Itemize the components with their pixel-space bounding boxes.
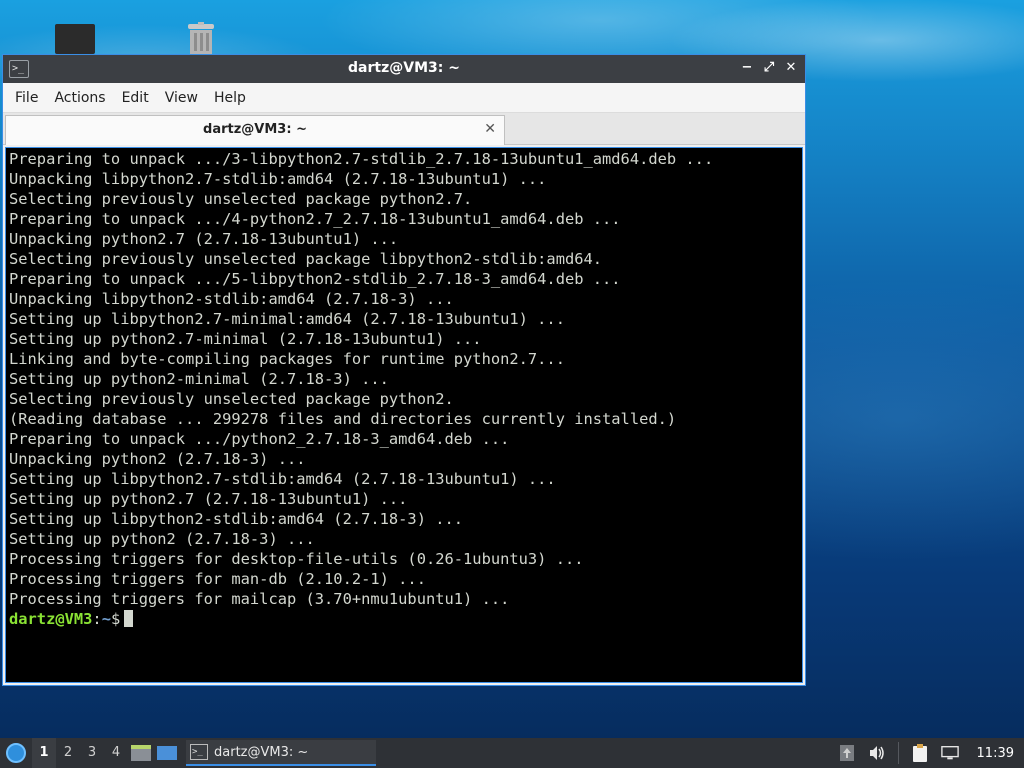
task-label: dartz@VM3: ~ — [214, 744, 309, 760]
menu-edit[interactable]: Edit — [114, 83, 157, 113]
terminal-line: Preparing to unpack .../python2_2.7.18-3… — [9, 430, 510, 448]
terminal-window[interactable]: >_ dartz@VM3: ~ − ⤢ ✕ File Actions Edit … — [2, 54, 806, 686]
taskbar: 1 2 3 4 >_ dartz@VM3: ~ 11:39 — [0, 738, 1024, 768]
trash-desktop-icon[interactable] — [184, 22, 218, 54]
menu-actions[interactable]: Actions — [46, 83, 113, 113]
clock[interactable]: 11:39 — [971, 746, 1020, 761]
minimize-icon[interactable]: − — [739, 59, 755, 77]
menu-help[interactable]: Help — [206, 83, 254, 113]
start-menu-button[interactable] — [0, 738, 32, 768]
terminal-line: Selecting previously unselected package … — [9, 190, 473, 208]
file-manager-launcher[interactable] — [128, 738, 154, 768]
prompt-separator: : — [92, 610, 102, 628]
prompt-path: ~ — [101, 610, 111, 628]
terminal-line: Setting up libpython2.7-minimal:amd64 (2… — [9, 310, 565, 328]
tab-terminal[interactable]: dartz@VM3: ~ ✕ — [5, 115, 505, 145]
system-tray: 11:39 — [838, 738, 1024, 768]
maximize-icon[interactable]: ⤢ — [761, 59, 777, 77]
terminal-line: Setting up libpython2-stdlib:amd64 (2.7.… — [9, 510, 464, 528]
terminal-line: Setting up libpython2.7-stdlib:amd64 (2.… — [9, 470, 556, 488]
network-icon[interactable] — [940, 744, 959, 762]
volume-icon[interactable] — [868, 744, 886, 762]
terminal-line: Selecting previously unselected package … — [9, 390, 454, 408]
tab-bar: dartz@VM3: ~ ✕ — [3, 113, 805, 145]
folder-icon — [131, 745, 151, 761]
tray-separator — [897, 742, 899, 764]
terminal-line: Preparing to unpack .../5-libpython2-std… — [9, 270, 621, 288]
terminal-line: Unpacking libpython2-stdlib:amd64 (2.7.1… — [9, 290, 454, 308]
terminal-line: Setting up python2-minimal (2.7.18-3) ..… — [9, 370, 389, 388]
menubar: File Actions Edit View Help — [3, 83, 805, 113]
desktop-icon — [157, 746, 177, 760]
close-icon[interactable]: ✕ — [783, 59, 799, 77]
clipboard-icon[interactable] — [911, 744, 929, 762]
computer-desktop-icon[interactable] — [55, 24, 95, 54]
menu-view[interactable]: View — [157, 83, 206, 113]
terminal-line: Setting up python2.7 (2.7.18-13ubuntu1) … — [9, 490, 408, 508]
terminal-line: Processing triggers for mailcap (3.70+nm… — [9, 590, 510, 608]
menu-file[interactable]: File — [7, 83, 46, 113]
terminal-line: Unpacking python2 (2.7.18-3) ... — [9, 450, 306, 468]
show-desktop-launcher[interactable] — [154, 738, 180, 768]
terminal-output[interactable]: Preparing to unpack .../3-libpython2.7-s… — [5, 147, 803, 683]
terminal-line: Linking and byte-compiling packages for … — [9, 350, 565, 368]
terminal-line: Unpacking python2.7 (2.7.18-13ubuntu1) .… — [9, 230, 399, 248]
workspace-1[interactable]: 1 — [32, 738, 56, 768]
start-logo-icon — [6, 743, 26, 763]
workspace-2[interactable]: 2 — [56, 738, 80, 768]
prompt-line: dartz@VM3:~$ — [9, 609, 799, 629]
terminal-line: Processing triggers for desktop-file-uti… — [9, 550, 584, 568]
update-notifier-icon[interactable] — [838, 744, 856, 762]
terminal-line: Preparing to unpack .../4-python2.7_2.7.… — [9, 210, 621, 228]
terminal-line: Setting up python2.7-minimal (2.7.18-13u… — [9, 330, 482, 348]
terminal-line: Preparing to unpack .../3-libpython2.7-s… — [9, 150, 714, 168]
tab-label: dartz@VM3: ~ — [203, 122, 307, 137]
taskbar-task-terminal[interactable]: >_ dartz@VM3: ~ — [186, 740, 376, 766]
terminal-icon: >_ — [190, 744, 208, 760]
terminal-line: Unpacking libpython2.7-stdlib:amd64 (2.7… — [9, 170, 547, 188]
terminal-line: Setting up python2 (2.7.18-3) ... — [9, 530, 315, 548]
prompt-symbol: $ — [110, 610, 121, 628]
terminal-line: Processing triggers for man-db (2.10.2-1… — [9, 570, 426, 588]
prompt-user: dartz@VM3 — [9, 610, 93, 628]
workspace-4[interactable]: 4 — [104, 738, 128, 768]
window-title: dartz@VM3: ~ — [348, 60, 460, 76]
window-titlebar[interactable]: >_ dartz@VM3: ~ − ⤢ ✕ — [3, 55, 805, 83]
text-cursor — [124, 610, 134, 627]
tab-close-icon[interactable]: ✕ — [484, 121, 496, 137]
terminal-line: (Reading database ... 299278 files and d… — [9, 410, 677, 428]
workspace-3[interactable]: 3 — [80, 738, 104, 768]
terminal-line: Selecting previously unselected package … — [9, 250, 603, 268]
